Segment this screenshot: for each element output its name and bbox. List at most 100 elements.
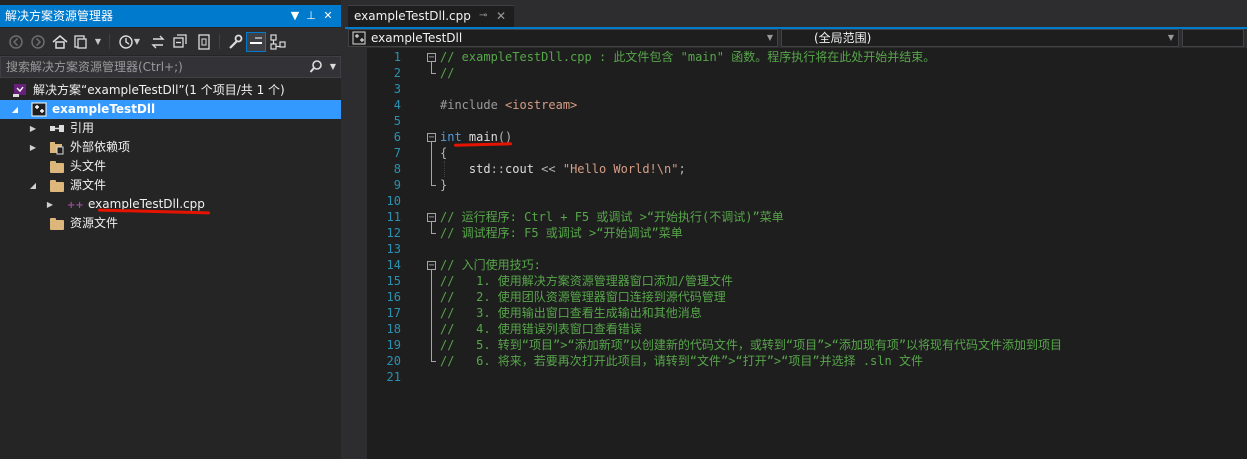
code-token: // 运行程序: Ctrl + F5 或调试 >“开始执行(不调试)”菜单	[440, 210, 784, 224]
tree-item-external-dependencies[interactable]: ▶ 外部依赖项	[0, 138, 341, 157]
line-number: 10	[386, 194, 401, 208]
outline-collapse-icon[interactable]: −	[427, 213, 436, 223]
pin-tab-icon[interactable]: ⊸	[479, 10, 487, 21]
line-number: 7	[393, 146, 401, 160]
code-token: <<	[541, 162, 563, 176]
code-line: std::cout << "Hello World!\n";	[440, 161, 686, 177]
code-line: // 调试程序: F5 或调试 >“开始调试”菜单	[440, 225, 683, 241]
line-number: 1	[393, 50, 401, 64]
folder-icon	[49, 216, 65, 231]
member-dropdown[interactable]	[1182, 29, 1244, 47]
solution-label: 解决方案“exampleTestDll”(1 个项目/共 1 个)	[33, 83, 285, 97]
code-token: #include	[440, 98, 506, 112]
line-number: 20	[386, 354, 401, 368]
cpp-file-icon: ++	[67, 197, 84, 212]
history-dropdown-icon[interactable]: ▼	[132, 32, 142, 52]
tree-item-references[interactable]: ▶ 引用	[0, 119, 341, 138]
line-number: 21	[386, 370, 401, 384]
solution-explorer-search-box[interactable]: ▼	[0, 56, 341, 78]
folder-open-icon	[49, 178, 65, 193]
solution-explorer-toolbar: ▼ ▼	[0, 28, 341, 55]
switch-views-dropdown-icon[interactable]: ▼	[93, 32, 103, 52]
expand-arrow-icon[interactable]: ▶	[28, 138, 38, 157]
code-token: <iostream>	[505, 98, 578, 112]
forward-icon[interactable]	[28, 32, 48, 52]
collapse-arrow-icon[interactable]: ◢	[10, 100, 20, 119]
svg-text:++: ++	[67, 200, 84, 211]
show-all-files-icon[interactable]	[194, 32, 214, 52]
code-line: // 运行程序: Ctrl + F5 或调试 >“开始执行(不调试)”菜单	[440, 209, 784, 225]
code-token: ::	[490, 162, 506, 176]
code-token: cout	[505, 162, 542, 176]
code-token: // 1. 使用解决方案资源管理器窗口添加/管理文件	[440, 274, 734, 288]
scope-dropdown-value: (全局范围)	[814, 31, 872, 45]
line-number: 4	[393, 98, 401, 112]
expand-arrow-icon[interactable]: ▶	[45, 195, 55, 214]
line-number: 15	[386, 274, 401, 288]
close-panel-icon[interactable]: ✕	[321, 5, 335, 27]
code-line: }	[440, 177, 447, 193]
cpp-project-icon	[31, 102, 47, 117]
line-number: 19	[386, 338, 401, 352]
back-icon[interactable]	[6, 32, 26, 52]
line-number: 2	[393, 66, 401, 80]
outline-collapse-icon[interactable]: −	[427, 53, 436, 63]
tree-item-label: 头文件	[70, 159, 107, 173]
line-number: 13	[386, 242, 401, 256]
code-token: // 调试程序: F5 或调试 >“开始调试”菜单	[440, 226, 683, 240]
editor-tab-title: exampleTestDll.cpp	[354, 9, 471, 23]
outline-guide-line	[431, 142, 432, 185]
code-token: //	[440, 66, 455, 80]
solution-icon	[12, 83, 28, 98]
sync-icon[interactable]	[148, 32, 168, 52]
collapse-all-icon[interactable]	[170, 32, 190, 52]
window-position-dropdown-icon[interactable]: ▼	[288, 5, 302, 27]
editor-tab[interactable]: exampleTestDll.cpp ⊸ ✕	[348, 5, 514, 27]
auto-hide-pin-icon[interactable]: ⊥	[304, 5, 318, 27]
code-token: std	[440, 162, 491, 176]
folder-icon	[49, 159, 65, 174]
home-icon[interactable]	[50, 32, 70, 52]
tree-item-resource-files[interactable]: 资源文件	[0, 214, 341, 233]
project-dropdown[interactable]: exampleTestDll ▼	[348, 29, 778, 47]
line-number: 5	[393, 114, 401, 128]
line-number: 18	[386, 322, 401, 336]
code-line: {	[440, 145, 447, 161]
close-tab-icon[interactable]: ✕	[496, 9, 506, 23]
line-number: 16	[386, 290, 401, 304]
solution-explorer-titlebar: 解决方案资源管理器 ▼ ⊥ ✕	[0, 5, 341, 27]
solution-node[interactable]: 解决方案“exampleTestDll”(1 个项目/共 1 个)	[0, 81, 341, 100]
line-number: 6	[393, 130, 401, 144]
code-editor[interactable]: 1 // exampleTestDll.cpp : 此文件包含 "main" 函数…	[367, 48, 1247, 459]
code-token: // exampleTestDll.cpp : 此文件包含 "main" 函数。…	[440, 50, 936, 64]
outline-guide-line	[431, 62, 432, 73]
switch-views-icon[interactable]	[72, 32, 92, 52]
line-number: 3	[393, 82, 401, 96]
preview-selected-items-icon[interactable]	[246, 32, 266, 52]
dropdown-arrow-icon: ▼	[766, 33, 773, 42]
search-icon[interactable]	[309, 58, 323, 80]
class-view-icon[interactable]	[268, 32, 288, 52]
code-line: //	[440, 65, 454, 81]
outline-collapse-icon[interactable]: −	[427, 261, 436, 271]
indent-guide	[444, 161, 445, 177]
project-node[interactable]: ◢ exampleTestDll	[0, 100, 341, 119]
outline-collapse-icon[interactable]: −	[427, 133, 436, 143]
collapse-arrow-icon[interactable]: ◢	[28, 176, 38, 195]
code-line: // 2. 使用团队资源管理器窗口连接到源代码管理	[440, 289, 726, 305]
line-number: 12	[386, 226, 401, 240]
solution-explorer-search-input[interactable]	[6, 59, 306, 75]
tree-item-label: 源文件	[70, 178, 107, 192]
code-token: // 2. 使用团队资源管理器窗口连接到源代码管理	[440, 290, 726, 304]
outline-guide-end	[431, 233, 436, 234]
code-line: #include <iostream>	[440, 97, 577, 113]
scope-dropdown[interactable]: (全局范围) ▼	[781, 29, 1179, 47]
tree-item-header-files[interactable]: 头文件	[0, 157, 341, 176]
outline-guide-line	[431, 222, 432, 233]
cpp-project-icon	[352, 31, 366, 49]
properties-icon[interactable]	[225, 32, 245, 52]
search-options-dropdown-icon[interactable]: ▼	[330, 58, 336, 76]
code-token: "Hello World!\n"	[562, 162, 679, 176]
expand-arrow-icon[interactable]: ▶	[28, 119, 38, 138]
tree-item-source-files[interactable]: ◢ 源文件	[0, 176, 341, 195]
